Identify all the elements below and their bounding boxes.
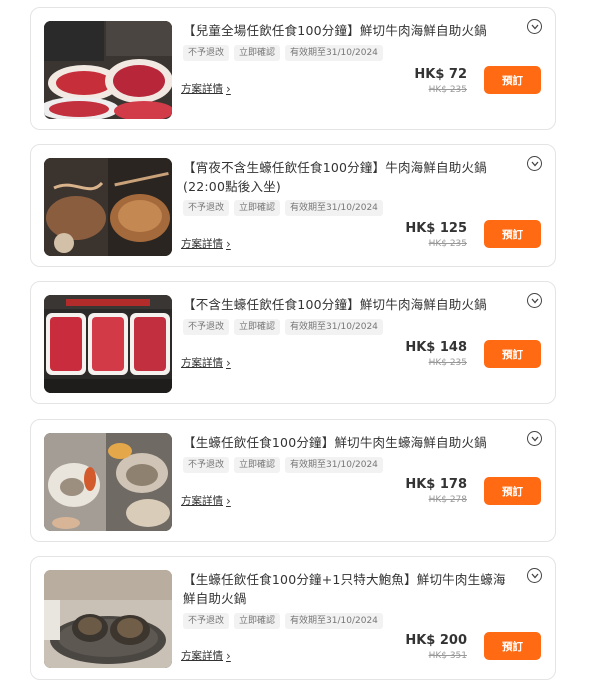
beef-platter-image	[44, 21, 172, 119]
details-link[interactable]: 方案詳情 ›	[181, 236, 231, 251]
tag-validity: 有效期至31/10/2024	[285, 45, 383, 61]
abalone-image	[44, 570, 172, 668]
chevron-right-icon: ›	[226, 493, 231, 508]
book-button[interactable]: 預訂	[484, 66, 541, 94]
offer-card[interactable]: 【宵夜不含生蠔任飲任食100分鐘】牛肉海鮮自助火鍋(22:00點後入坐) 不予退…	[30, 144, 556, 267]
tag-instant-confirm: 立即確認	[234, 613, 281, 629]
chevron-down-icon[interactable]	[527, 19, 542, 34]
offer-card[interactable]: 【兒童全場任飲任食100分鐘】鮮切牛肉海鮮自助火鍋 不予退改 立即確認 有效期至…	[30, 7, 556, 130]
tag-instant-confirm: 立即確認	[234, 319, 281, 335]
oysters-image	[44, 433, 172, 531]
details-link-label: 方案詳情	[181, 650, 223, 662]
offer-card[interactable]: 【生蠔任飲任食100分鐘】鮮切牛肉生蠔海鮮自助火鍋 不予退改 立即確認 有效期至…	[30, 419, 556, 542]
book-button[interactable]: 預訂	[484, 477, 541, 505]
original-price: HK$ 235	[428, 85, 467, 95]
sliced-beef-trays-image	[44, 295, 172, 393]
details-link-label: 方案詳情	[181, 495, 223, 507]
chevron-right-icon: ›	[226, 355, 231, 370]
chevron-down-icon[interactable]	[527, 293, 542, 308]
original-price: HK$ 351	[428, 651, 467, 661]
chevron-down-icon[interactable]	[527, 568, 542, 583]
offer-title: 【不含生蠔任飲任食100分鐘】鮮切牛肉海鮮自助火鍋	[183, 297, 487, 312]
tag-non-refundable: 不予退改	[183, 45, 230, 61]
current-price: HK$ 178	[405, 477, 467, 492]
offer-card[interactable]: 【不含生蠔任飲任食100分鐘】鮮切牛肉海鮮自助火鍋 不予退改 立即確認 有效期至…	[30, 281, 556, 404]
tag-non-refundable: 不予退改	[183, 319, 230, 335]
details-link[interactable]: 方案詳情 ›	[181, 648, 231, 663]
offer-title: 【生蠔任飲任食100分鐘】鮮切牛肉生蠔海鮮自助火鍋	[183, 435, 487, 450]
book-button[interactable]: 預訂	[484, 340, 541, 368]
tag-instant-confirm: 立即確認	[234, 200, 281, 216]
details-link[interactable]: 方案詳情 ›	[181, 81, 231, 96]
chevron-down-icon[interactable]	[527, 431, 542, 446]
hotpot-beef-image	[44, 158, 172, 256]
offer-title: 【宵夜不含生蠔任飲任食100分鐘】牛肉海鮮自助火鍋(22:00點後入坐)	[183, 160, 487, 194]
tag-non-refundable: 不予退改	[183, 457, 230, 473]
offer-title: 【兒童全場任飲任食100分鐘】鮮切牛肉海鮮自助火鍋	[183, 23, 487, 38]
current-price: HK$ 200	[405, 633, 467, 648]
current-price: HK$ 125	[405, 221, 467, 236]
details-link-label: 方案詳情	[181, 357, 223, 369]
chevron-right-icon: ›	[226, 236, 231, 251]
current-price: HK$ 148	[405, 340, 467, 355]
original-price: HK$ 235	[428, 358, 467, 368]
original-price: HK$ 278	[428, 495, 467, 505]
tag-validity: 有效期至31/10/2024	[285, 200, 383, 216]
details-link[interactable]: 方案詳情 ›	[181, 355, 231, 370]
tag-validity: 有效期至31/10/2024	[285, 319, 383, 335]
offer-title: 【生蠔任飲任食100分鐘+1只特大鮑魚】鮮切牛肉生蠔海鮮自助火鍋	[183, 572, 506, 606]
details-link-label: 方案詳情	[181, 83, 223, 95]
tag-validity: 有效期至31/10/2024	[285, 457, 383, 473]
tag-instant-confirm: 立即確認	[234, 45, 281, 61]
offer-card[interactable]: 【生蠔任飲任食100分鐘+1只特大鮑魚】鮮切牛肉生蠔海鮮自助火鍋 不予退改 立即…	[30, 556, 556, 680]
tag-non-refundable: 不予退改	[183, 200, 230, 216]
tag-instant-confirm: 立即確認	[234, 457, 281, 473]
book-button[interactable]: 預訂	[484, 220, 541, 248]
current-price: HK$ 72	[414, 67, 467, 82]
details-link[interactable]: 方案詳情 ›	[181, 493, 231, 508]
tag-validity: 有效期至31/10/2024	[285, 613, 383, 629]
details-link-label: 方案詳情	[181, 238, 223, 250]
chevron-down-icon[interactable]	[527, 156, 542, 171]
chevron-right-icon: ›	[226, 648, 231, 663]
tag-non-refundable: 不予退改	[183, 613, 230, 629]
book-button[interactable]: 預訂	[484, 632, 541, 660]
original-price: HK$ 235	[428, 239, 467, 249]
chevron-right-icon: ›	[226, 81, 231, 96]
